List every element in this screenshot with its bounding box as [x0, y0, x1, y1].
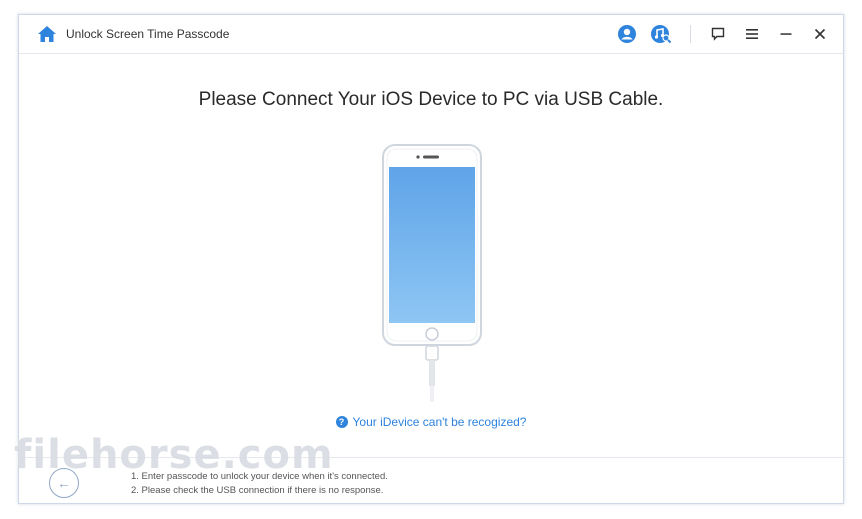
watermark-logo: filehorse.com [14, 432, 334, 478]
feedback-icon[interactable] [707, 23, 729, 45]
device-not-recognized-link[interactable]: ? Your iDevice can't be recogized? [19, 415, 843, 429]
title-bar: Unlock Screen Time Passcode [19, 15, 843, 54]
app-window: Unlock Screen Time Passcode Please Conne… [18, 14, 844, 504]
music-search-icon[interactable] [650, 23, 672, 45]
tip-item: 2. Please check the USB connection if th… [131, 485, 384, 496]
question-icon: ? [335, 416, 348, 428]
iphone-illustration-icon [382, 144, 482, 402]
help-link-label: Your iDevice can't be recogized? [352, 415, 527, 429]
home-icon[interactable] [37, 25, 57, 43]
page-title: Please Connect Your iOS Device to PC via… [198, 89, 664, 110]
titlebar-controls [604, 22, 831, 46]
minimize-icon[interactable] [775, 23, 797, 45]
close-icon[interactable] [809, 23, 831, 45]
toolbar-separator [690, 25, 691, 43]
user-icon[interactable] [616, 23, 638, 45]
app-title: Unlock Screen Time Passcode [66, 27, 230, 41]
menu-icon[interactable] [741, 23, 763, 45]
